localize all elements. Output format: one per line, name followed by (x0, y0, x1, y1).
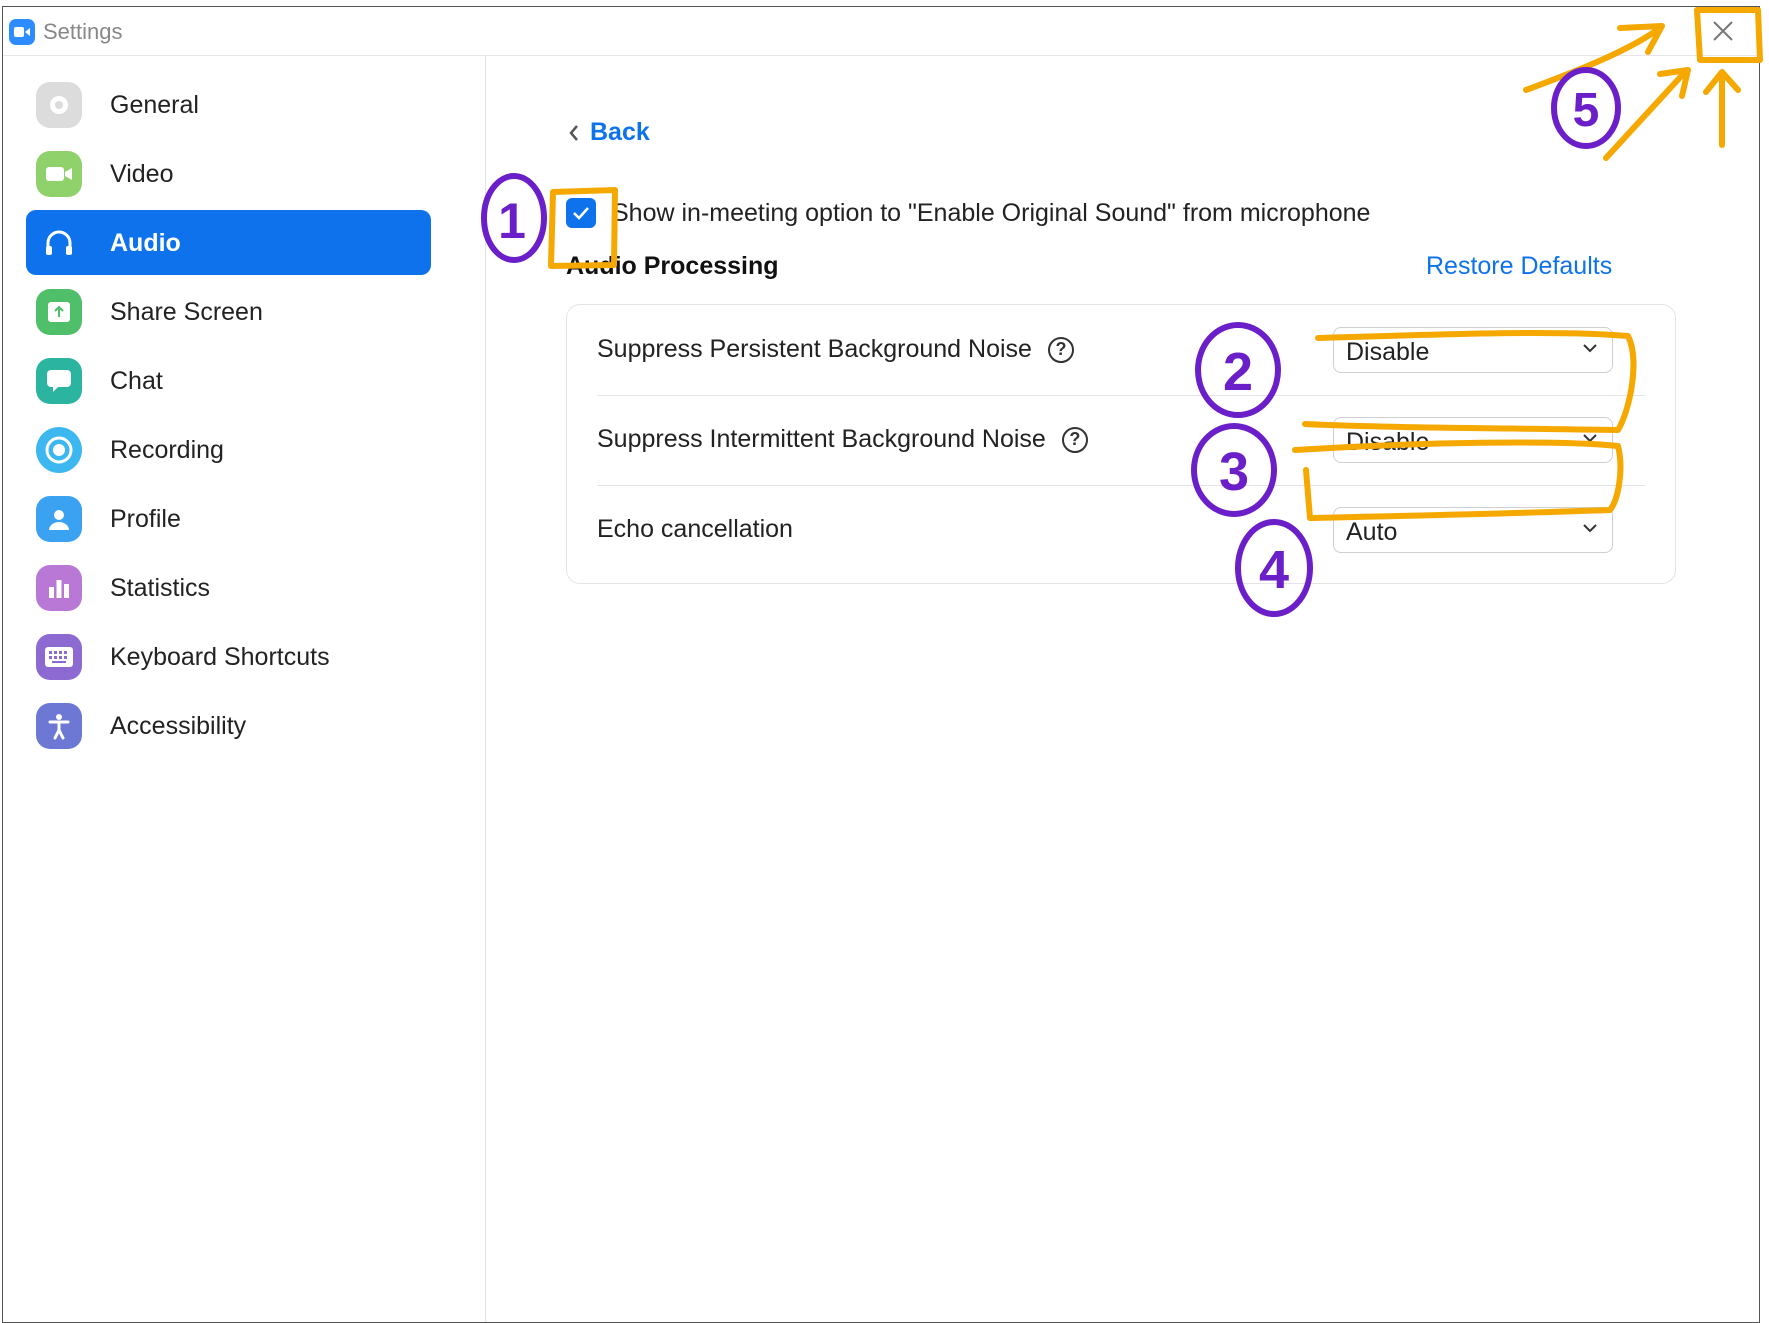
sidebar-item-label: Keyboard Shortcuts (110, 643, 330, 671)
chevron-left-icon (569, 124, 578, 141)
settings-content: Back Show in-meeting option to "Enable O… (486, 56, 1759, 1322)
back-label: Back (590, 118, 650, 146)
echo-cancellation-label: Echo cancellation (597, 515, 793, 543)
sidebar-item-statistics[interactable]: Statistics (26, 555, 431, 620)
help-icon[interactable]: ? (1047, 336, 1074, 363)
intermittent-noise-select[interactable]: Disable (1333, 417, 1613, 463)
sidebar-item-label: Chat (110, 367, 163, 395)
sidebar-item-label: Video (110, 160, 174, 188)
restore-defaults-link[interactable]: Restore Defaults (1426, 252, 1612, 281)
back-button[interactable]: Back (568, 118, 650, 147)
bar-chart-icon (36, 565, 82, 611)
profile-icon (36, 496, 82, 542)
sidebar: General Video Audio Share Screen Chat Re… (3, 56, 486, 1322)
original-sound-label: Show in-meeting option to "Enable Origin… (612, 198, 1371, 227)
intermittent-noise-row: Suppress Intermittent Background Noise ?… (597, 395, 1645, 486)
select-value: Disable (1346, 428, 1430, 456)
close-icon (1713, 21, 1733, 41)
headphones-icon (36, 220, 82, 266)
accessibility-icon (36, 703, 82, 749)
chevron-down-icon (1583, 344, 1597, 353)
sidebar-item-label: Accessibility (110, 712, 247, 740)
sidebar-item-recording[interactable]: Recording (26, 417, 431, 482)
sidebar-item-keyboard-shortcuts[interactable]: Keyboard Shortcuts (26, 624, 431, 689)
audio-processing-panel: Suppress Persistent Background Noise ? D… (566, 304, 1676, 584)
intermittent-noise-label: Suppress Intermittent Background Noise (597, 425, 1046, 453)
sidebar-item-label: Statistics (110, 574, 211, 602)
chevron-down-icon (1583, 434, 1597, 443)
chevron-down-icon (1583, 524, 1597, 533)
echo-cancellation-select[interactable]: Auto (1333, 507, 1613, 553)
window-title: Settings (43, 19, 123, 44)
chat-bubble-icon (36, 358, 82, 404)
original-sound-option: Show in-meeting option to "Enable Origin… (566, 198, 1370, 228)
sidebar-item-general[interactable]: General (26, 72, 431, 137)
sidebar-item-video[interactable]: Video (26, 141, 431, 206)
share-screen-icon (36, 289, 82, 335)
select-value: Auto (1346, 518, 1398, 546)
keyboard-icon (36, 634, 82, 680)
persistent-noise-label: Suppress Persistent Background Noise (597, 335, 1032, 363)
sidebar-item-label: Profile (110, 505, 181, 533)
sidebar-item-share-screen[interactable]: Share Screen (26, 279, 431, 344)
close-button[interactable] (1701, 11, 1745, 51)
sidebar-item-chat[interactable]: Chat (26, 348, 431, 413)
title-bar: Settings (3, 7, 1759, 56)
persistent-noise-row: Suppress Persistent Background Noise ? D… (597, 305, 1645, 396)
sidebar-item-label: General (110, 91, 199, 119)
sidebar-item-label: Share Screen (110, 298, 263, 326)
persistent-noise-select[interactable]: Disable (1333, 327, 1613, 373)
original-sound-checkbox[interactable] (566, 198, 596, 228)
zoom-app-icon (9, 19, 35, 45)
gear-icon (36, 82, 82, 128)
sidebar-item-label: Recording (110, 436, 224, 464)
select-value: Disable (1346, 338, 1430, 366)
help-icon[interactable]: ? (1061, 426, 1088, 453)
sidebar-item-audio[interactable]: Audio (26, 210, 431, 275)
section-title: Audio Processing (566, 252, 779, 280)
settings-window: Settings General Video Audio Share Scree… (2, 6, 1760, 1323)
sidebar-item-label: Audio (110, 229, 181, 257)
checkmark-icon (573, 207, 589, 220)
video-camera-icon (36, 151, 82, 197)
row-label-container: Suppress Persistent Background Noise ? (597, 335, 1074, 364)
record-icon (36, 427, 82, 473)
row-label-container: Suppress Intermittent Background Noise ? (597, 425, 1088, 454)
row-label-container: Echo cancellation (597, 515, 793, 544)
sidebar-item-accessibility[interactable]: Accessibility (26, 693, 431, 758)
sidebar-item-profile[interactable]: Profile (26, 486, 431, 551)
echo-cancellation-row: Echo cancellation Auto (597, 485, 1645, 575)
